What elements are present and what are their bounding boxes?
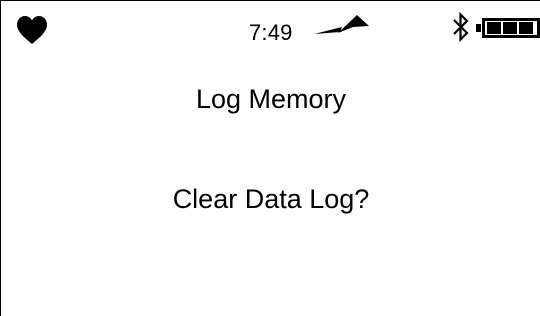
confirm-prompt: Clear Data Log? — [172, 184, 370, 214]
status-bar: 7:49 — [1, 1, 540, 45]
battery-icon — [475, 17, 540, 39]
signal-icon — [313, 13, 371, 43]
bluetooth-icon — [452, 11, 470, 43]
status-time: 7:49 — [249, 20, 293, 45]
device-screen: 7:49 Log Memory Clear Data Log? — [0, 0, 540, 316]
page-title: Log Memory — [195, 84, 347, 114]
heart-icon — [16, 15, 48, 45]
